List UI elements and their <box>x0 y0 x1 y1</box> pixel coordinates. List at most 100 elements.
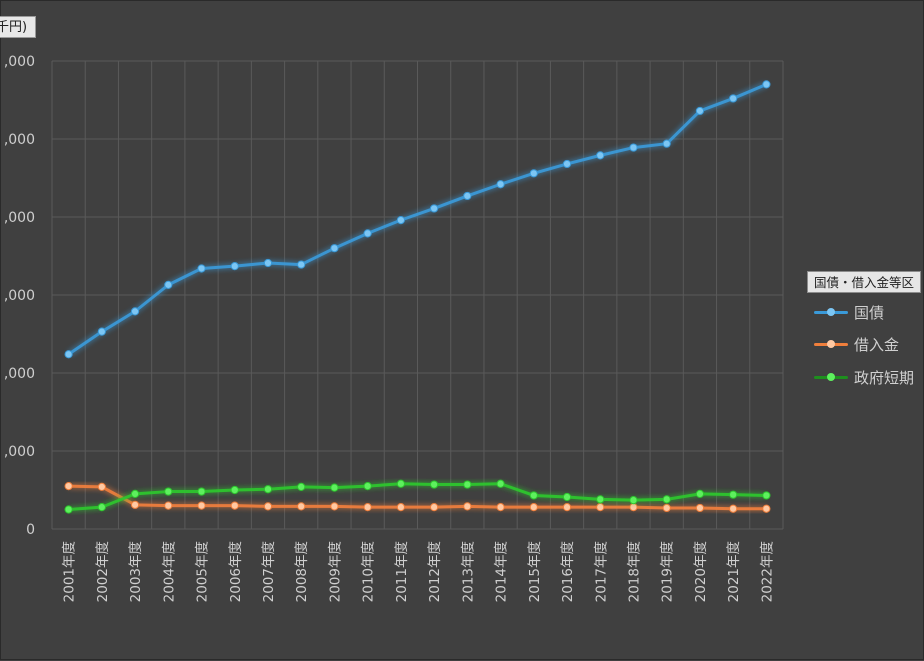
series-2-point <box>529 503 538 512</box>
series-3-point <box>662 495 671 504</box>
series-3-point <box>762 491 771 500</box>
series-3-point <box>629 496 638 505</box>
series-2-point <box>562 503 572 512</box>
y-tick-label: ,000 <box>4 366 35 382</box>
series-2-point <box>330 502 339 511</box>
series-2-point <box>197 501 206 510</box>
series-3-point <box>197 487 206 496</box>
series-1-point <box>164 280 173 289</box>
series-3-point <box>396 479 405 488</box>
legend-swatch-seifu-tanki <box>812 366 850 388</box>
series-2-point <box>396 503 405 512</box>
legend-title: 国債・借入金等区 <box>807 271 922 293</box>
series-3-point <box>263 485 273 494</box>
series-3-point <box>97 503 106 512</box>
series-3-point <box>230 485 239 495</box>
series-3-point <box>164 487 173 496</box>
series-3-point <box>729 490 738 499</box>
x-tick-label: 2007年度 <box>261 541 277 602</box>
series-1-point <box>562 159 572 169</box>
series-2-point <box>596 503 605 512</box>
series-1-point <box>596 151 605 160</box>
series-1-point <box>396 216 405 225</box>
series-1-point <box>230 262 239 271</box>
series-3-point <box>562 492 572 502</box>
series-2-point <box>496 503 505 512</box>
series-2-point <box>230 501 239 510</box>
y-tick-label: ,000 <box>4 210 35 226</box>
legend-label: 借入金 <box>854 335 900 354</box>
series-2-point <box>662 503 671 513</box>
series-1-point <box>762 80 771 89</box>
series-3-point <box>695 489 705 498</box>
series-1-point <box>197 264 206 273</box>
y-tick-label: ,000 <box>4 54 35 70</box>
series-1-point <box>97 327 106 336</box>
series-3-point <box>463 480 472 489</box>
series-3-point <box>130 489 140 498</box>
legend-label: 国債 <box>854 303 885 322</box>
series-3-point <box>297 482 306 491</box>
series-1-point <box>363 229 372 238</box>
series-3-point <box>64 505 73 514</box>
series-3-point <box>596 495 605 504</box>
x-tick-label: 2004年度 <box>161 541 177 602</box>
series-1-point <box>64 350 73 359</box>
series-1-point <box>430 204 439 213</box>
series-2-point <box>363 503 372 512</box>
series-1-point <box>130 307 140 316</box>
x-tick-label: 2008年度 <box>294 541 310 602</box>
y-tick-label: ,000 <box>4 288 35 304</box>
series-1-point <box>662 139 671 148</box>
x-tick-label: 2001年度 <box>62 541 78 602</box>
y-tick-label: ,000 <box>4 444 35 460</box>
series-2-point <box>164 501 173 510</box>
x-tick-label: 2009年度 <box>327 541 343 602</box>
series-1-point <box>463 191 472 201</box>
series-2-point <box>629 503 638 512</box>
x-tick-label: 2005年度 <box>195 541 211 602</box>
x-tick-label: 2010年度 <box>361 541 377 602</box>
series-3-point <box>529 491 538 500</box>
x-tick-label: 2013年度 <box>460 541 476 602</box>
series-1-point <box>263 258 273 268</box>
series-1-point <box>529 169 538 178</box>
series-2-point <box>729 504 738 513</box>
series-2-point <box>263 502 273 511</box>
legend-swatch-karikirekin <box>812 333 850 355</box>
x-tick-label: 2017年度 <box>593 541 609 602</box>
x-tick-label: 2016年度 <box>560 541 576 602</box>
x-tick-label: 2012年度 <box>427 541 443 602</box>
x-tick-label: 2018年度 <box>626 541 642 602</box>
series-2-point <box>97 482 106 491</box>
series-2-point <box>297 502 306 511</box>
series-2-point <box>762 504 771 513</box>
series-1-point <box>496 180 505 189</box>
series-1-point <box>629 143 638 152</box>
legend-swatch-kokusai <box>812 301 850 323</box>
x-tick-label: 2002年度 <box>95 541 111 602</box>
x-tick-label: 2003年度 <box>128 541 144 602</box>
series-2-point <box>64 482 73 491</box>
series-1-point <box>695 106 705 116</box>
series-2-point <box>695 503 705 513</box>
x-tick-label: 2022年度 <box>759 541 775 602</box>
y-tick-label: ,000 <box>4 132 35 148</box>
series-3-point <box>363 482 372 491</box>
x-tick-label: 2015年度 <box>527 541 543 602</box>
legend-item-seifu-tanki[interactable]: 政府短期 <box>812 366 914 388</box>
x-tick-label: 2019年度 <box>660 541 676 602</box>
x-tick-label: 2011年度 <box>394 541 410 602</box>
x-tick-label: 2014年度 <box>494 541 510 602</box>
x-tick-label: 2020年度 <box>693 541 709 602</box>
y-tick-label: 0 <box>26 522 35 538</box>
series-3-point <box>496 479 505 488</box>
x-tick-label: 2021年度 <box>726 541 742 602</box>
series-3-point <box>330 483 339 492</box>
series-2-point <box>430 503 439 512</box>
legend-label: 政府短期 <box>854 368 915 387</box>
series-1-point <box>330 244 339 253</box>
legend-item-kokusai[interactable]: 国債 <box>812 301 884 323</box>
legend-item-karikirekin[interactable]: 借入金 <box>812 333 899 355</box>
series-2-point <box>463 502 472 511</box>
